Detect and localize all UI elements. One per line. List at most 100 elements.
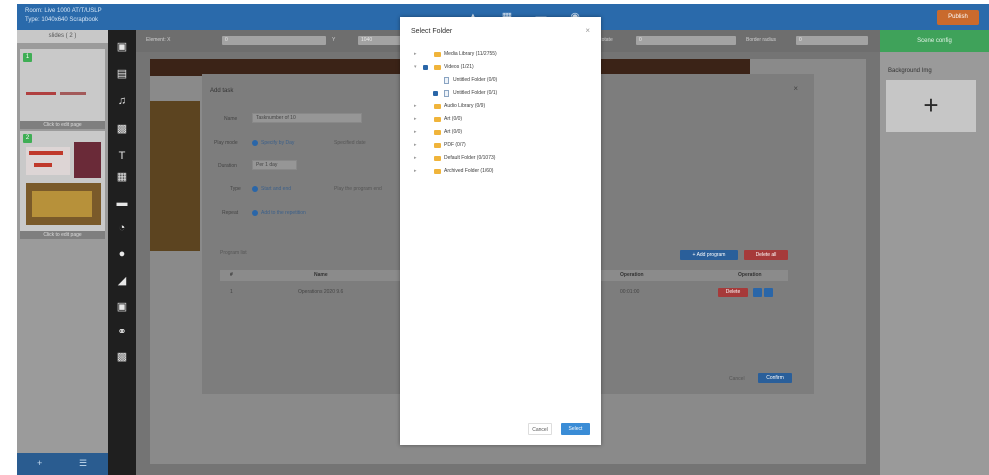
expand-arrow-icon[interactable]: ▸	[414, 128, 417, 137]
table-icon[interactable]: ▩	[115, 350, 129, 364]
slide-thumbnail[interactable]: 1 Click to edit page	[20, 49, 105, 129]
play-mode-label: Play mode	[214, 140, 238, 146]
tree-item-label: Default Folder (0/1073)	[444, 155, 496, 161]
scene-config-tab[interactable]: Scene config	[880, 30, 989, 52]
checkbox-checked[interactable]	[423, 65, 428, 70]
tree-item-label: Videos (1/21)	[444, 64, 474, 70]
music-icon[interactable]: ♫	[115, 94, 129, 108]
dialog-title: Add task	[210, 88, 234, 94]
tree-item-label: Art (0/0)	[444, 129, 463, 135]
expand-arrow-icon[interactable]: ▸	[414, 141, 417, 150]
document-icon[interactable]: ◢	[115, 274, 129, 288]
expand-arrow-icon[interactable]: ▸	[414, 115, 417, 124]
tree-item[interactable]: ▾ Videos (1/21)	[400, 63, 601, 72]
file-icon	[444, 90, 449, 97]
close-icon[interactable]: ×	[585, 26, 590, 35]
prop-radius-input[interactable]: 0	[796, 36, 868, 45]
play-mode-option-2[interactable]: Specified date	[334, 140, 366, 146]
dialog-confirm-button[interactable]: Confirm	[758, 373, 792, 383]
tree-item-label: Archived Folder (1/60)	[444, 168, 494, 174]
checkbox-checked[interactable]	[433, 91, 438, 96]
tree-item[interactable]: ▸ Art (0/0)	[400, 115, 601, 124]
type-extra: Play the program end	[334, 186, 382, 192]
clock-icon[interactable]: ◔	[115, 221, 129, 235]
canvas-photo	[150, 101, 200, 251]
column-operation-2: Operation	[738, 272, 762, 278]
row-index: 1	[230, 289, 233, 295]
repeat-radio[interactable]	[252, 210, 258, 216]
tree-item-label: PDF (0/7)	[444, 142, 466, 148]
delete-all-button[interactable]: Delete all	[744, 250, 788, 260]
name-label: Name	[224, 116, 238, 122]
prop-label-radius: Border radius	[746, 37, 777, 43]
add-program-button[interactable]: + Add program	[680, 250, 738, 260]
prop-label-y: Y	[332, 37, 336, 43]
move-down-icon[interactable]	[764, 288, 773, 297]
slides-panel: slides ( 2 ) 1 Click to edit page 2 Clic…	[17, 30, 108, 475]
publish-button[interactable]: Publish	[937, 10, 979, 25]
folder-cancel-button[interactable]: Cancel	[528, 423, 552, 435]
close-icon[interactable]: ×	[793, 84, 798, 93]
name-input[interactable]: Tasknumber of 10	[252, 113, 362, 123]
image-icon[interactable]: ▣	[115, 40, 129, 54]
dialog-cancel-button[interactable]: Cancel	[729, 376, 745, 382]
type-radio[interactable]	[252, 186, 258, 192]
folder-icon	[434, 156, 441, 161]
link-icon[interactable]: ⚭	[115, 325, 129, 339]
prop-rotate-input[interactable]: 0	[636, 36, 736, 45]
text-icon[interactable]: T	[115, 149, 129, 163]
prop-label-x: Element: X	[146, 37, 171, 43]
tree-item[interactable]: ▸ Art (0/0)	[400, 128, 601, 137]
program-list-label: Program list	[220, 250, 247, 256]
room-info-line1: Room: Live 1000 AT/T/USLP	[25, 8, 102, 14]
tree-item-label: Audio Library (0/9)	[444, 103, 486, 109]
collapse-arrow-icon[interactable]: ▾	[414, 63, 417, 72]
crop-icon[interactable]: ▩	[115, 122, 129, 136]
add-background-button[interactable]: +	[886, 80, 976, 132]
folder-select-button[interactable]: Select	[561, 423, 590, 435]
expand-arrow-icon[interactable]: ▸	[414, 154, 417, 163]
row-time: 00:01:00	[620, 289, 640, 295]
tree-item-label: Art (0/0)	[444, 116, 463, 122]
weather-icon[interactable]: ●	[115, 247, 129, 261]
slides-header: slides ( 2 )	[17, 30, 108, 43]
tree-item-label: Media Library (11/2755)	[444, 51, 497, 57]
expand-arrow-icon[interactable]: ▸	[414, 167, 417, 176]
move-up-icon[interactable]	[753, 288, 762, 297]
folder-icon	[434, 143, 441, 148]
repeat-label: Repeat	[222, 210, 239, 216]
expand-arrow-icon[interactable]: ▸	[414, 50, 417, 59]
film-icon[interactable]: ▤	[115, 67, 129, 81]
ticker-icon[interactable]: ▬	[115, 196, 129, 210]
slide-caption: Click to edit page	[20, 231, 105, 239]
tree-item[interactable]: ▸ Media Library (11/2755)	[400, 50, 601, 59]
tree-item[interactable]: ▸ Default Folder (0/1073)	[400, 154, 601, 163]
menu-icon[interactable]: ☰	[79, 458, 87, 469]
column-name: Name	[314, 272, 328, 278]
slide-thumbnail[interactable]: 2 Click to edit page	[20, 131, 105, 239]
tree-item[interactable]: Untitled Folder (0/1)	[400, 89, 601, 98]
frame-icon[interactable]: ▣	[115, 300, 129, 314]
tree-item[interactable]: Untitled Folder (0/0)	[400, 76, 601, 85]
duration-select[interactable]: Per 1 day	[252, 160, 297, 170]
folder-icon	[434, 117, 441, 122]
tree-item[interactable]: ▸ Audio Library (0/9)	[400, 102, 601, 111]
row-name: Operations 2020 9.6	[298, 289, 344, 295]
tree-item[interactable]: ▸ Archived Folder (1/60)	[400, 167, 601, 176]
background-image-label: Background Img	[888, 68, 932, 74]
slides-footer: + ☰	[17, 453, 108, 475]
tool-strip: ▣ ▤ ♫ ▩ T ▦ ▬ ◔ ● ◢ ▣ ⚭ ▩	[108, 30, 136, 475]
tree-item-label: Untitled Folder (0/1)	[453, 90, 498, 96]
expand-arrow-icon[interactable]: ▸	[414, 102, 417, 111]
add-slide-icon[interactable]: +	[37, 458, 42, 468]
row-delete-button[interactable]: Delete	[718, 288, 748, 297]
web-icon[interactable]: ▦	[115, 170, 129, 184]
column-operation-1: Operation	[620, 272, 644, 278]
slide-caption: Click to edit page	[20, 121, 105, 129]
column-index: #	[230, 272, 233, 278]
tree-item[interactable]: ▸ PDF (0/7)	[400, 141, 601, 150]
prop-x-input[interactable]: 0	[222, 36, 326, 45]
folder-icon	[434, 169, 441, 174]
play-mode-radio-1[interactable]	[252, 140, 258, 146]
folder-icon	[434, 104, 441, 109]
